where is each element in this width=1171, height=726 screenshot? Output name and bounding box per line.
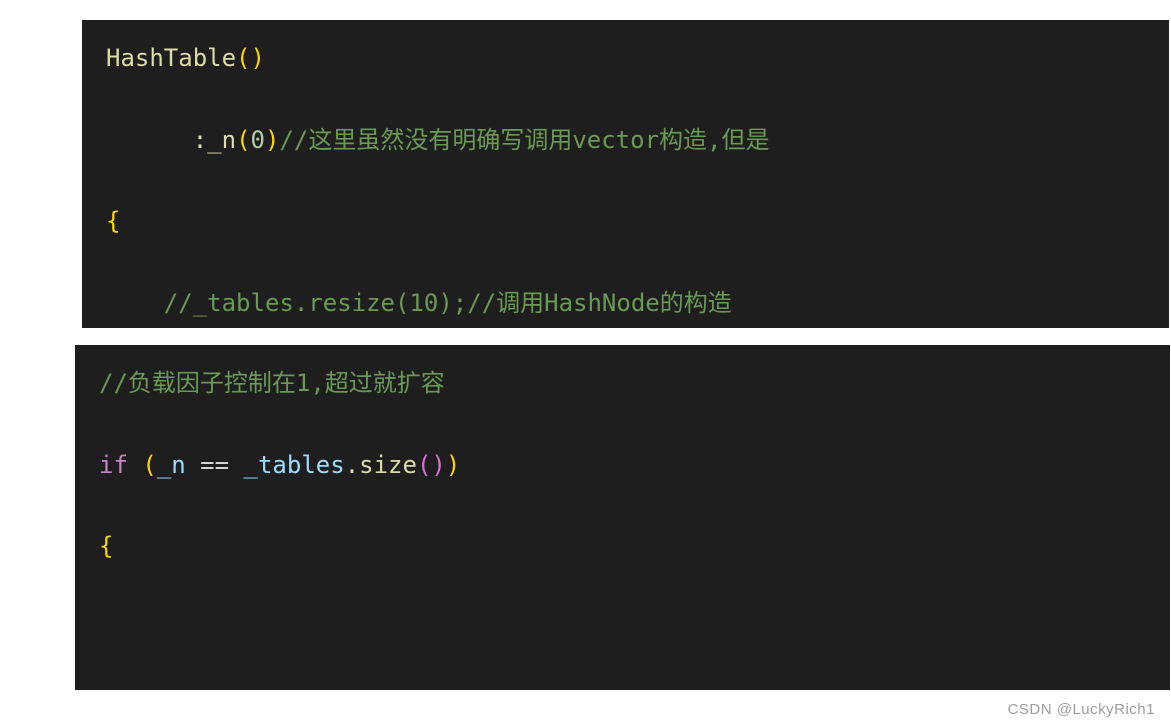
operator: == (200, 451, 229, 479)
paren: ( (236, 126, 250, 154)
space (128, 451, 142, 479)
var: _n (157, 451, 186, 479)
blank-line (99, 614, 113, 642)
paren: ) (431, 451, 445, 479)
code-content-bottom: //负载因子控制在1,超过就扩容 if (_n == _tables.size(… (99, 363, 1146, 690)
indent (106, 126, 193, 154)
brace: { (99, 532, 113, 560)
indent (106, 289, 164, 317)
brace: { (106, 207, 120, 235)
paren: ) (446, 451, 460, 479)
paren: ) (251, 44, 265, 72)
paren: ( (236, 44, 250, 72)
paren: ) (265, 126, 279, 154)
var: _tables (244, 451, 345, 479)
paren: ( (417, 451, 431, 479)
colon: : (193, 126, 207, 154)
fn: size (359, 451, 417, 479)
comment: //负载因子控制在1,超过就扩容 (99, 369, 445, 397)
identifier: HashTable (106, 44, 236, 72)
space (229, 451, 243, 479)
space (186, 451, 200, 479)
watermark: CSDN @LuckyRich1 (1008, 701, 1155, 718)
keyword-if: if (99, 451, 128, 479)
code-block-bottom: //负载因子控制在1,超过就扩容 if (_n == _tables.size(… (75, 345, 1170, 690)
code-block-top: HashTable() :_n(0)//这里虽然没有明确写调用vector构造,… (82, 20, 1169, 328)
code-content-top: HashTable() :_n(0)//这里虽然没有明确写调用vector构造,… (106, 38, 1145, 328)
dot: . (345, 451, 359, 479)
comment: //这里虽然没有明确写调用vector构造,但是 (279, 126, 769, 154)
var: _n (207, 126, 236, 154)
comment: //_tables.resize(10);//调用HashNode的构造 (164, 289, 732, 317)
number: 0 (251, 126, 265, 154)
paren: ( (142, 451, 156, 479)
